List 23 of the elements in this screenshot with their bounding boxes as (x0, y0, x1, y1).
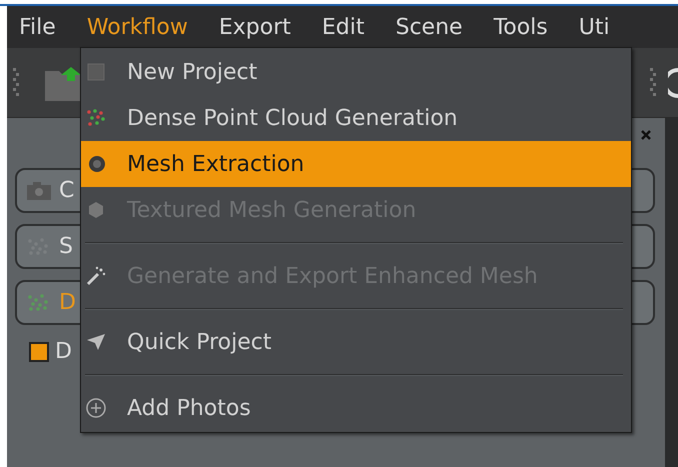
menu-bar-item[interactable]: Tools (494, 14, 548, 40)
menu-item[interactable]: Add Photos (81, 385, 631, 431)
menu-item[interactable]: Dense Point Cloud Generation (81, 95, 631, 141)
point-cloud-icon (27, 294, 51, 312)
grip-icon (650, 68, 656, 98)
close-icon[interactable] (641, 130, 651, 140)
menu-bar-item[interactable]: Scene (395, 14, 463, 40)
menu-bar-item[interactable]: Export (218, 14, 291, 40)
document-icon (85, 61, 107, 83)
point-cloud-icon (85, 107, 107, 129)
menu-bar-item[interactable]: Uti (578, 14, 610, 40)
menu-bar-item[interactable]: File (19, 14, 56, 40)
checkbox-label: D (55, 339, 72, 364)
menu-item[interactable]: Mesh Extraction (81, 141, 631, 187)
add-icon (85, 397, 107, 419)
checkbox[interactable] (29, 342, 49, 362)
camera-icon (27, 182, 51, 200)
menu-item[interactable]: New Project (81, 49, 631, 95)
menu-bar-item[interactable]: Workflow (86, 14, 188, 40)
menu-item[interactable]: Quick Project (81, 319, 631, 365)
magic-wand-icon (85, 265, 107, 287)
grip-icon (13, 68, 19, 98)
menu-bar-item[interactable]: Edit (322, 14, 364, 40)
